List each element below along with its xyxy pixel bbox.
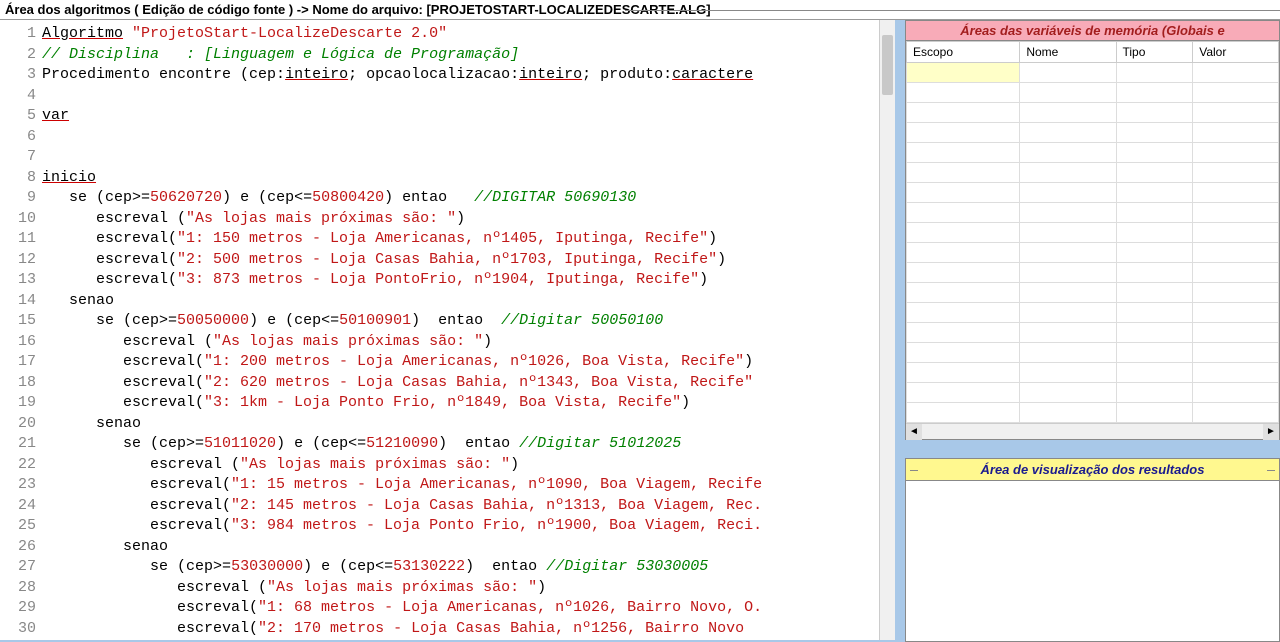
table-row[interactable] [907,323,1279,343]
column-header[interactable]: Valor [1193,42,1279,63]
table-row[interactable] [907,343,1279,363]
table-row[interactable] [907,223,1279,243]
table-row[interactable] [907,183,1279,203]
vertical-scrollbar[interactable] [879,20,895,640]
variables-header-row: EscopoNomeTipoValor [907,42,1279,63]
column-header[interactable]: Nome [1020,42,1116,63]
table-row[interactable] [907,63,1279,83]
code-editor[interactable]: 1234567891011121314151617181920212223242… [0,20,895,640]
scrollbar-thumb[interactable] [882,35,893,95]
table-row[interactable] [907,163,1279,183]
title-filename: [PROJETOSTART-LOCALIZEDESCARTE.ALG] [426,2,710,17]
table-row[interactable] [907,363,1279,383]
table-row[interactable] [907,283,1279,303]
table-row[interactable] [907,123,1279,143]
code-content[interactable]: Algoritmo "ProjetoStart-LocalizeDescarte… [42,20,895,640]
table-row[interactable] [907,263,1279,283]
table-row[interactable] [907,243,1279,263]
main-layout: 1234567891011121314151617181920212223242… [0,20,1280,640]
table-row[interactable] [907,103,1279,123]
table-row[interactable] [907,383,1279,403]
right-panel: Áreas das variáveis de memória (Globais … [895,20,1280,640]
horizontal-scrollbar[interactable]: ◄ ► [906,423,1279,439]
variables-table[interactable]: EscopoNomeTipoValor [906,41,1279,423]
table-row[interactable] [907,203,1279,223]
variables-panel: Áreas das variáveis de memória (Globais … [905,20,1280,440]
title-bar: Área dos algoritmos ( Edição de código f… [0,0,1280,20]
column-header[interactable]: Tipo [1116,42,1193,63]
table-row[interactable] [907,143,1279,163]
column-header[interactable]: Escopo [907,42,1020,63]
results-panel: Área de visualização dos resultados [905,458,1280,642]
table-row[interactable] [907,83,1279,103]
scroll-right-arrow[interactable]: ► [1263,424,1279,440]
variables-panel-title: Áreas das variáveis de memória (Globais … [906,21,1279,41]
results-body[interactable] [906,481,1279,641]
line-gutter: 1234567891011121314151617181920212223242… [0,20,42,640]
title-prefix: Área dos algoritmos ( Edição de código f… [5,2,426,17]
results-panel-title: Área de visualização dos resultados [906,459,1279,481]
scroll-left-arrow[interactable]: ◄ [906,424,922,440]
table-row[interactable] [907,403,1279,423]
table-row[interactable] [907,303,1279,323]
